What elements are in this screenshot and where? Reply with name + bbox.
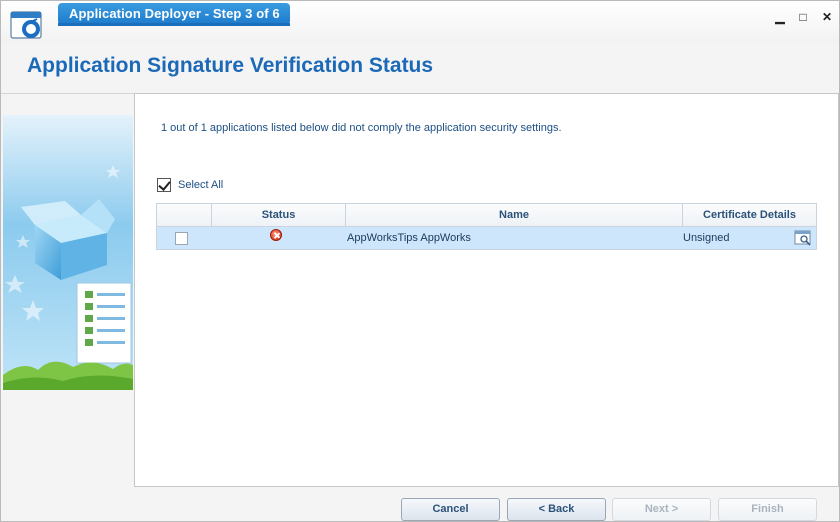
row-checkbox[interactable] <box>175 232 188 245</box>
select-all-checkbox[interactable] <box>157 178 171 192</box>
title-underline <box>58 23 290 26</box>
next-button[interactable]: Next > <box>612 498 711 521</box>
close-button[interactable]: ✕ <box>819 9 835 25</box>
application-deployer-window: Application Deployer - Step 3 of 6 ▁ □ ✕… <box>0 0 840 522</box>
select-all-label: Select All <box>178 179 224 191</box>
column-header-certificate[interactable]: Certificate Details <box>682 204 816 226</box>
table-row[interactable]: AppWorksTips AppWorks Unsigned <box>157 227 816 249</box>
application-name: AppWorksTips AppWorks <box>347 232 471 244</box>
compliance-message: 1 out of 1 applications listed below did… <box>161 122 562 134</box>
finish-button[interactable]: Finish <box>718 498 817 521</box>
title-bar[interactable]: Application Deployer - Step 3 of 6 ▁ □ ✕ <box>1 1 839 43</box>
applications-table: Status Name Certificate Details AppWorks… <box>156 203 817 250</box>
maximize-button[interactable]: □ <box>795 9 811 25</box>
column-header-name[interactable]: Name <box>345 204 682 226</box>
app-deployer-icon <box>10 11 42 39</box>
wizard-banner-image <box>3 115 133 390</box>
cancel-button[interactable]: Cancel <box>401 498 500 521</box>
column-header-status[interactable]: Status <box>211 204 345 226</box>
view-details-icon[interactable] <box>794 230 812 246</box>
select-all-control[interactable]: Select All <box>157 177 223 193</box>
table-header: Status Name Certificate Details <box>157 204 816 227</box>
header-divider <box>1 93 135 94</box>
content-panel: 1 out of 1 applications listed below did… <box>134 93 839 487</box>
page-title: Application Signature Verification Statu… <box>27 54 434 77</box>
window-title: Application Deployer - Step 3 of 6 <box>58 3 290 25</box>
column-header-select <box>157 204 211 226</box>
minimize-button[interactable]: ▁ <box>772 9 788 25</box>
error-icon <box>270 229 282 241</box>
certificate-status: Unsigned <box>683 232 730 244</box>
back-button[interactable]: < Back <box>507 498 606 521</box>
